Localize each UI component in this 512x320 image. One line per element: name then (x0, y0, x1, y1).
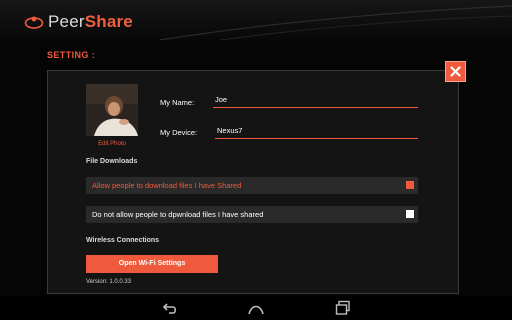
system-navigation-bar (0, 296, 512, 320)
name-label: My Name: (160, 98, 195, 107)
device-field[interactable]: Nexus7 (215, 126, 418, 139)
file-downloads-heading: File Downloads (86, 158, 138, 165)
avatar[interactable] (86, 84, 138, 136)
download-option-deny-label: Do not allow people to dpwnload files I … (92, 210, 264, 219)
device-label: My Device: (160, 128, 198, 137)
selected-checkbox-icon (406, 181, 414, 189)
download-option-deny[interactable]: Do not allow people to dpwnload files I … (86, 206, 418, 223)
download-option-allow[interactable]: Allow people to download files I have Sh… (86, 177, 418, 194)
edit-photo-link[interactable]: Edit Photo (86, 141, 138, 147)
open-wifi-settings-button[interactable]: Open Wi-Fi Settings (86, 255, 218, 273)
app-header: PeerShare (0, 0, 512, 40)
unselected-checkbox-icon (406, 210, 414, 218)
app-logo: PeerShare (24, 12, 133, 32)
back-icon[interactable] (161, 299, 179, 317)
version-label: Version: 1.0.0.33 (86, 279, 132, 285)
close-button[interactable] (445, 61, 466, 82)
profile-photo (86, 84, 138, 136)
home-icon[interactable] (247, 299, 265, 317)
name-field[interactable]: Joe (213, 95, 418, 108)
close-icon (450, 66, 461, 77)
app-name-peer: Peer (48, 12, 85, 31)
recents-icon[interactable] (334, 299, 352, 317)
wireless-connections-heading: Wireless Connections (86, 237, 160, 244)
app-name-share: Share (84, 12, 133, 31)
download-option-allow-label: Allow people to download files I have Sh… (92, 181, 242, 190)
peershare-logo-icon (24, 16, 44, 29)
page-title: SETTING : (47, 50, 96, 60)
